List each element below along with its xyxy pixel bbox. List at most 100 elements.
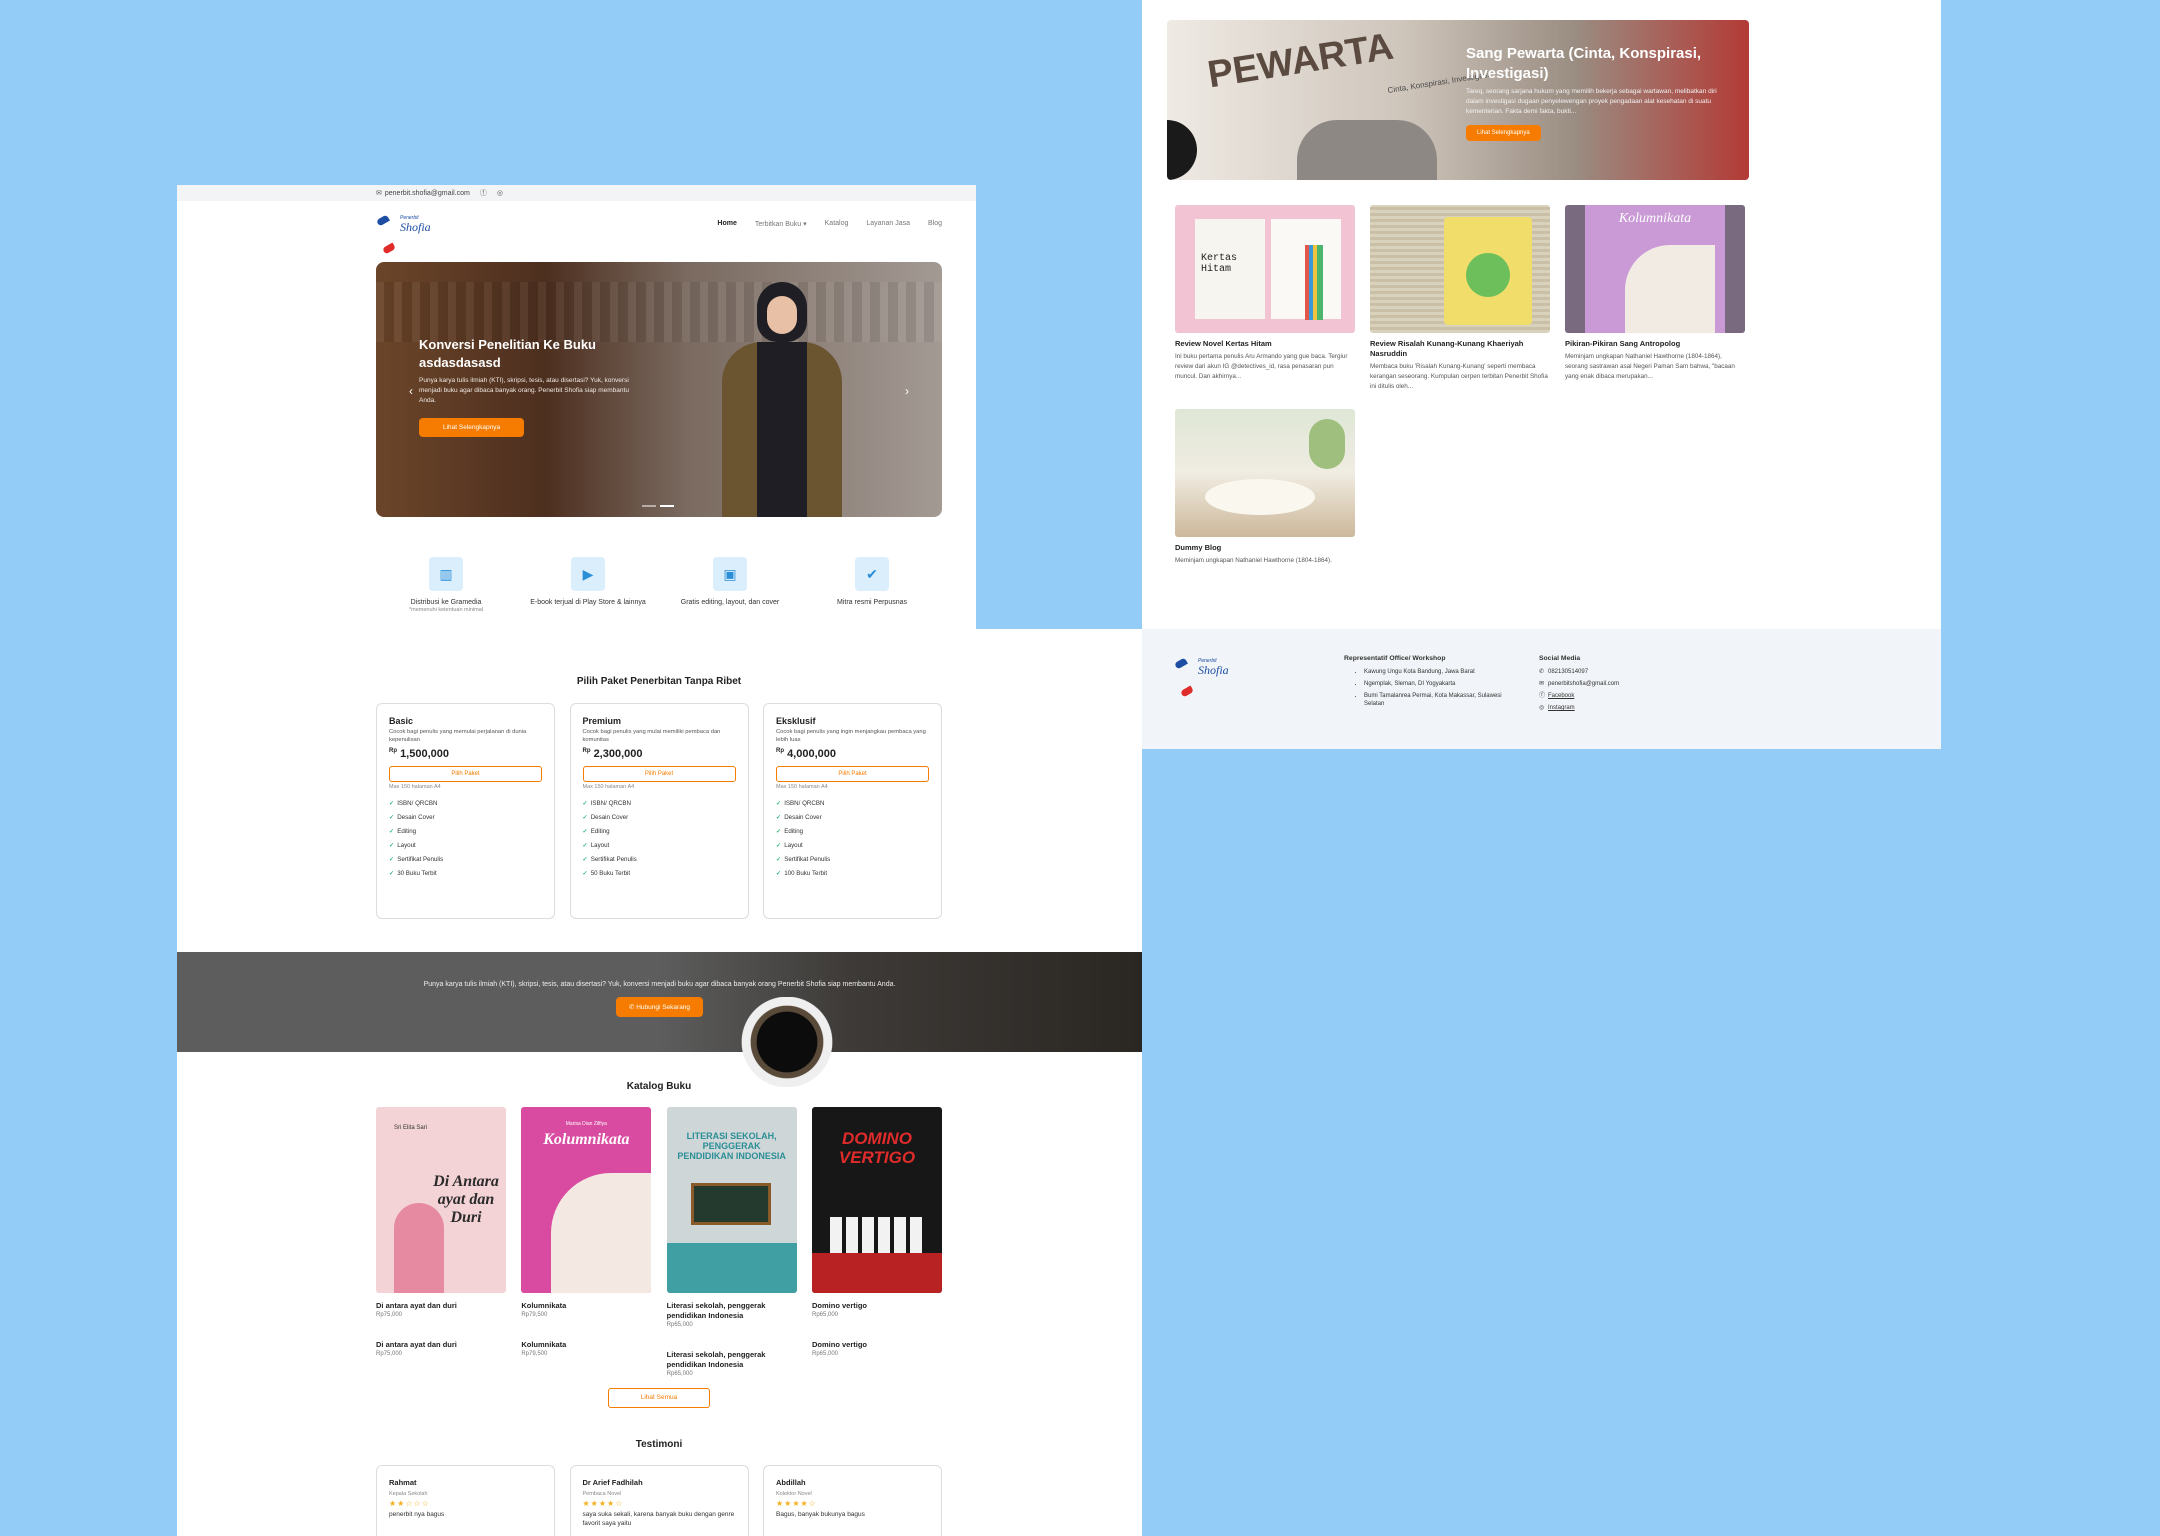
check-icon: ✓ (582, 814, 588, 821)
blog-panel: PEWARTA Cinta, Konspirasi, Investigasi S… (976, 0, 1941, 749)
blog-post-title[interactable]: Pikiran-Pikiran Sang Antropolog (1565, 339, 1745, 349)
book-title[interactable]: Di antara ayat dan duri (376, 1340, 506, 1350)
book-cover[interactable]: LITERASI SEKOLAH, PENGGERAK PENDIDIKAN I… (666, 1107, 797, 1293)
book-title[interactable]: Domino vertigo (812, 1301, 942, 1311)
books-icon: ▥ (429, 557, 463, 591)
blog-post-image[interactable]: Kolumnikata (1565, 205, 1745, 333)
blog-post-desc: Meminjam ungkapan Nathaniel Hawthorne (1… (1565, 353, 1735, 380)
check-icon: ✓ (582, 870, 588, 877)
book-card[interactable]: LITERASI SEKOLAH, PENGGERAK PENDIDIKAN I… (666, 1107, 797, 1377)
social-link-facebook[interactable]: ⓕ Facebook (1539, 692, 1619, 700)
nav-terbitkan-buku[interactable]: Terbitkan Buku ▾ (755, 220, 807, 228)
blog-post-card[interactable]: Dummy Blog Meminjam ungkapan Nathaniel H… (1175, 409, 1355, 566)
feature-item: ▥ Distribusi ke Gramedia *memenuhi keten… (376, 557, 516, 613)
feature-list: ▥ Distribusi ke Gramedia *memenuhi keten… (376, 557, 942, 613)
testimonial-quote: Bagus, banyak bukunya bagus (776, 1511, 865, 1518)
testimonial-role: Pembaca Novel (582, 1491, 622, 1497)
blog-post-image[interactable] (1370, 205, 1550, 333)
pick-package-button[interactable]: Pilih Paket (389, 766, 542, 782)
book-card[interactable]: Marisa Dian Zilfiya Kolumnikata Kolumnik… (521, 1107, 652, 1377)
blog-post-title[interactable]: Review Risalah Kunang-Kunang Khaeriyah N… (1370, 339, 1550, 359)
package-features: ✓ ISBN/ QRCBN ✓ Desain Cover ✓ Editing ✓ Lay… (776, 800, 929, 877)
check-icon: ✓ (582, 828, 588, 835)
testimonial-role: Kepala Sekolah (389, 1491, 428, 1497)
social-link-email[interactable]: ✉ penerbitshofia@gmail.com (1539, 680, 1619, 688)
nav-layanan-jasa[interactable]: Layanan Jasa (866, 220, 910, 228)
testimonial-quote: saya suka sekali, karena banyak buku den… (582, 1511, 735, 1527)
blog-post-title[interactable]: Dummy Blog (1175, 543, 1355, 553)
check-icon: ✓ (389, 828, 395, 835)
social-link-whatsapp[interactable]: ✆ 082130514097 (1539, 668, 1619, 676)
footer-offices: Representatif Office/ Workshop Kawung Un… (1344, 655, 1519, 712)
book-cover[interactable]: DOMINO VERTIGO (811, 1107, 942, 1293)
footer: Penerbit Shofia Representatif Office/ Wo… (1142, 629, 1941, 749)
catalog-title: Katalog Buku (626, 1081, 692, 1092)
check-icon: ✓ (776, 870, 782, 877)
package-card-basic: Basic Cocok bagi penulis yang memulai pe… (376, 703, 555, 919)
nav-blog[interactable]: Blog (928, 220, 942, 228)
brand-logo[interactable]: Penerbit Shofia (376, 214, 431, 255)
facebook-icon[interactable]: ⓕ (480, 188, 487, 198)
nav-home[interactable]: Home (717, 220, 736, 228)
hero-button[interactable]: Lihat Selengkapnya (419, 418, 525, 437)
envelope-icon: ✉ (376, 190, 382, 197)
package-max: Max 150 halaman A4 (776, 784, 828, 790)
facebook-icon: ⓕ (1539, 693, 1546, 699)
book-list: Sri Elita Sari Di Antara ayat dan Duri D… (376, 1107, 942, 1377)
book-cover[interactable]: Marisa Dian Zilfiya Kolumnikata (521, 1107, 652, 1293)
blog-post-card[interactable]: Kertas Hitam Review Novel Kertas Hitam I… (1175, 205, 1355, 392)
book-price: Rp65,000 (666, 1322, 693, 1328)
book-title[interactable]: Di antara ayat dan duri (376, 1301, 506, 1311)
list-item: ✓ Layout (582, 842, 610, 849)
check-icon: ✓ (389, 814, 395, 821)
blog-post-image[interactable]: Kertas Hitam (1175, 205, 1355, 333)
social-link-instagram[interactable]: ◎ Instagram (1539, 704, 1619, 712)
brand-name: Shofia (400, 219, 431, 234)
instagram-icon[interactable]: ◎ (497, 189, 503, 197)
blog-hero-button[interactable]: Lihat Selengkapnya (1466, 125, 1541, 141)
pick-package-button[interactable]: Pilih Paket (582, 766, 736, 782)
blog-featured-post[interactable]: PEWARTA Cinta, Konspirasi, Investigasi S… (1167, 20, 1749, 180)
feature-title: Distribusi ke Gramedia (410, 599, 482, 606)
carousel-indicators[interactable] (642, 505, 674, 507)
list-item: ✓ Layout (776, 842, 803, 849)
blog-post-card[interactable]: Review Risalah Kunang-Kunang Khaeriyah N… (1370, 205, 1550, 392)
feature-title: E-book terjual di Play Store & lainnya (530, 599, 646, 606)
contact-now-button[interactable]: ✆ Hubungi Sekarang (615, 997, 704, 1017)
book-cover[interactable]: Sri Elita Sari Di Antara ayat dan Duri (376, 1107, 506, 1293)
book-title[interactable]: Literasi sekolah, penggerak pendidikan I… (667, 1301, 797, 1321)
topbar-email[interactable]: penerbit.shofia@gmail.com (385, 190, 470, 197)
check-icon: ✓ (389, 842, 395, 849)
package-price: Rp 2,300,000 (582, 748, 643, 760)
book-card[interactable]: DOMINO VERTIGO Domino vertigo Rp65,000 D… (811, 1107, 942, 1377)
package-features: ✓ ISBN/ QRCBN ✓ Desain Cover ✓ Editing ✓ Lay… (389, 800, 542, 877)
list-item: ✓ Editing (776, 828, 804, 835)
book-card[interactable]: Sri Elita Sari Di Antara ayat dan Duri D… (376, 1107, 506, 1377)
blog-hero-title: Sang Pewarta (Cinta, Konspirasi, Investi… (1466, 45, 1702, 82)
nav-katalog[interactable]: Katalog (825, 220, 849, 228)
see-all-button[interactable]: Lihat Semua (608, 1388, 710, 1408)
testimonial-card: Rahmat Kepala Sekolah ★★☆☆☆ penerbit nya… (376, 1465, 555, 1536)
check-icon: ✓ (389, 800, 395, 807)
hero-carousel: Konversi Penelitian Ke Buku asdasdasasd … (376, 262, 942, 517)
list-item: ✓ Editing (389, 828, 417, 835)
book-title[interactable]: Kolumnikata (521, 1301, 651, 1311)
star-rating-icon: ★★★★☆ (776, 1499, 817, 1508)
check-icon: ✓ (582, 842, 588, 849)
pick-package-button[interactable]: Pilih Paket (776, 766, 929, 782)
blog-post-card[interactable]: Kolumnikata Pikiran-Pikiran Sang Antropo… (1565, 205, 1745, 392)
book-title[interactable]: Kolumnikata (521, 1340, 651, 1350)
hero-title: Konversi Penelitian Ke Buku asdasdasasd (419, 337, 596, 370)
package-price: Rp 4,000,000 (776, 748, 836, 760)
carousel-prev-icon[interactable]: ‹ (409, 384, 413, 398)
blog-post-title[interactable]: Review Novel Kertas Hitam (1175, 339, 1355, 349)
package-price: Rp 1,500,000 (389, 748, 449, 760)
carousel-next-icon[interactable]: › (905, 384, 909, 398)
play-store-icon: ▶ (571, 557, 605, 591)
footer-logo[interactable]: Penerbit Shofia (1174, 657, 1229, 698)
testimonial-list: Rahmat Kepala Sekolah ★★☆☆☆ penerbit nya… (376, 1465, 942, 1536)
book-title[interactable]: Domino vertigo (812, 1340, 942, 1350)
book-title[interactable]: Literasi sekolah, penggerak pendidikan I… (667, 1350, 797, 1370)
blog-post-image[interactable] (1175, 409, 1355, 537)
feature-item: ▶ E-book terjual di Play Store & lainnya (518, 557, 658, 613)
